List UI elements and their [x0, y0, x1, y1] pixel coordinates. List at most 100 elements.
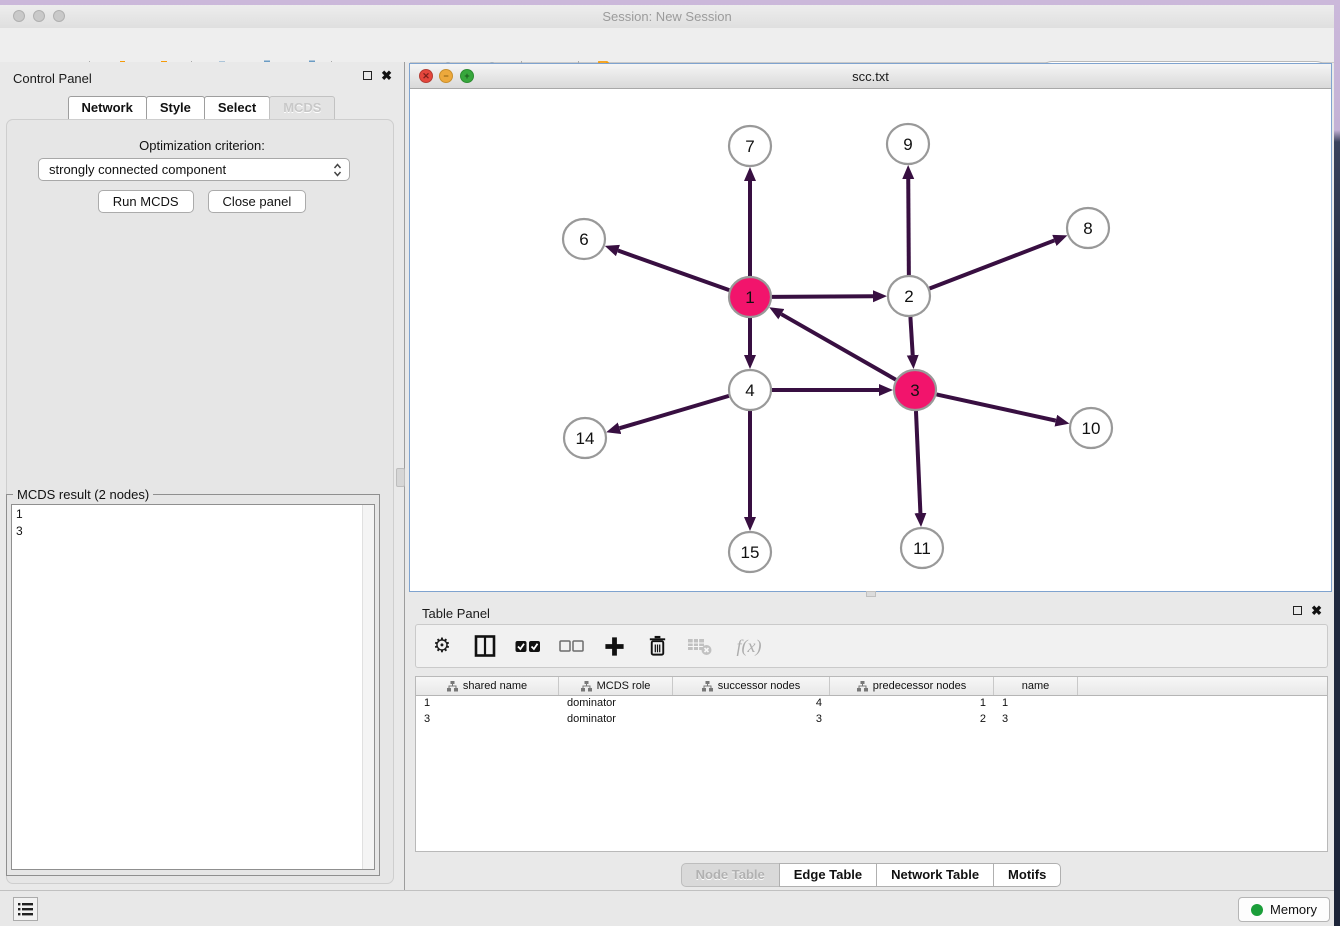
criterion-select[interactable]: strongly connected component: [38, 158, 350, 181]
hierarchy-icon: [581, 681, 592, 692]
column-header-successor-nodes[interactable]: successor nodes: [673, 677, 830, 695]
table-cell: 3: [994, 712, 1078, 728]
graph-node-label-14: 14: [576, 429, 595, 448]
tab-style[interactable]: Style: [146, 96, 205, 120]
hierarchy-icon: [857, 681, 868, 692]
column-header-name[interactable]: name: [994, 677, 1078, 695]
column-header-predecessor-nodes[interactable]: predecessor nodes: [830, 677, 994, 695]
network-window-title: scc.txt: [410, 69, 1331, 84]
tab-motifs[interactable]: Motifs: [993, 863, 1061, 887]
mcds-result-text: 1 3: [16, 506, 370, 540]
graph-node-label-3: 3: [910, 381, 919, 400]
table-cell: 1: [994, 696, 1078, 712]
optimization-criterion-label: Optimization criterion:: [0, 138, 404, 153]
table-header-row: shared nameMCDS rolesuccessor nodesprede…: [416, 677, 1327, 696]
tab-mcds[interactable]: MCDS: [269, 96, 335, 120]
hierarchy-icon: [447, 681, 458, 692]
mcds-result-box: MCDS result (2 nodes) 1 3: [6, 494, 380, 876]
float-table-panel-icon[interactable]: [1293, 606, 1302, 615]
column-header-MCDS-role[interactable]: MCDS role: [559, 677, 673, 695]
table-cell: 3: [673, 712, 830, 728]
graph-node-label-1: 1: [745, 288, 754, 307]
graph-node-label-11: 11: [913, 539, 931, 558]
network-window-titlebar[interactable]: ✕ − + scc.txt: [410, 64, 1331, 89]
delete-column-icon[interactable]: [643, 632, 671, 660]
control-panel-header: Control Panel ✖: [0, 62, 404, 92]
criterion-value: strongly connected component: [49, 162, 226, 177]
graph-node-label-9: 9: [903, 135, 912, 154]
graph-node-label-8: 8: [1083, 219, 1092, 238]
close-table-panel-icon[interactable]: ✖: [1311, 605, 1322, 616]
table-cell: 2: [830, 712, 994, 728]
table-cell: 4: [673, 696, 830, 712]
task-history-button[interactable]: [13, 897, 38, 921]
titlebar: Session: New Session: [0, 5, 1334, 29]
tab-edge-table[interactable]: Edge Table: [779, 863, 877, 887]
edge-3-10[interactable]: [937, 394, 1056, 420]
list-icon: [18, 903, 33, 916]
close-panel-icon[interactable]: ✖: [381, 70, 392, 81]
table-cell: 1: [416, 696, 559, 712]
control-panel: Control Panel ✖ NetworkStyleSelectMCDS O…: [0, 62, 404, 890]
panel-split-handle[interactable]: [396, 468, 405, 487]
graph-node-label-6: 6: [579, 230, 588, 249]
edge-4-14[interactable]: [620, 396, 729, 428]
show-columns-icon[interactable]: [471, 632, 499, 660]
table-panel-tabs: Node TableEdge TableNetwork TableMotifs: [409, 863, 1334, 887]
graph-node-label-2: 2: [904, 287, 913, 306]
edge-1-2[interactable]: [772, 296, 873, 297]
table-panel-title: Table Panel: [422, 606, 490, 621]
tab-node-table[interactable]: Node Table: [681, 863, 780, 887]
network-graph: 7 9 6 8 1 2 4 3 14 10 15 11: [410, 89, 1331, 591]
memory-label: Memory: [1270, 902, 1317, 917]
run-mcds-button[interactable]: Run MCDS: [98, 190, 194, 213]
desktop-wallpaper-right: [1334, 0, 1340, 926]
network-canvas[interactable]: 7 9 6 8 1 2 4 3 14 10 15 11: [410, 89, 1331, 591]
mcds-result-title: MCDS result (2 nodes): [13, 487, 153, 502]
memory-status-icon: [1251, 904, 1263, 916]
table-cell: 3: [416, 712, 559, 728]
select-arrows-icon: [333, 162, 342, 181]
tab-network-table[interactable]: Network Table: [876, 863, 994, 887]
float-panel-icon[interactable]: [363, 71, 372, 80]
delete-table-icon-disabled: [686, 632, 714, 660]
create-column-icon[interactable]: [600, 632, 628, 660]
control-panel-tabs: NetworkStyleSelectMCDS: [0, 96, 404, 120]
network-window: ✕ − + scc.txt 7 9 6 8 1 2 4 3 14 10 15 11: [409, 63, 1332, 592]
table-row[interactable]: 3dominator323: [416, 712, 1327, 728]
graph-node-label-7: 7: [745, 137, 754, 156]
screen: Session: New Session: [0, 0, 1340, 926]
main-toolbar: [0, 28, 1334, 63]
table-settings-gear-icon[interactable]: ⚙: [428, 632, 456, 660]
control-panel-title: Control Panel: [13, 71, 92, 86]
edge-2-9[interactable]: [908, 179, 909, 275]
table-row[interactable]: 1dominator411: [416, 696, 1327, 712]
function-builder-icon-disabled: f(x): [729, 632, 769, 660]
window-title: Session: New Session: [0, 9, 1334, 24]
graph-node-label-15: 15: [741, 543, 760, 562]
status-bar: Memory: [0, 890, 1334, 926]
close-panel-button[interactable]: Close panel: [208, 190, 307, 213]
node-table[interactable]: shared nameMCDS rolesuccessor nodesprede…: [415, 676, 1328, 852]
hierarchy-icon: [702, 681, 713, 692]
tab-network[interactable]: Network: [68, 96, 147, 120]
table-cell: dominator: [559, 696, 673, 712]
graph-node-label-10: 10: [1082, 419, 1101, 438]
table-toolbar: ⚙ f(x): [415, 624, 1328, 668]
memory-button[interactable]: Memory: [1238, 897, 1330, 922]
tab-select[interactable]: Select: [204, 96, 270, 120]
table-cell: dominator: [559, 712, 673, 728]
mcds-result-area[interactable]: 1 3: [11, 504, 375, 870]
select-all-icon[interactable]: [514, 632, 542, 660]
edge-1-6[interactable]: [618, 251, 729, 291]
edge-3-11[interactable]: [916, 411, 920, 513]
edge-3-1[interactable]: [781, 314, 895, 380]
mcds-result-scrollbar[interactable]: [362, 505, 374, 869]
edge-2-3[interactable]: [910, 317, 912, 355]
edge-2-8[interactable]: [930, 240, 1055, 288]
table-cell: 1: [830, 696, 994, 712]
deselect-all-icon[interactable]: [557, 632, 585, 660]
column-header-shared-name[interactable]: shared name: [416, 677, 559, 695]
graph-node-label-4: 4: [745, 381, 754, 400]
table-panel: Table Panel ✖ ⚙: [409, 597, 1334, 890]
